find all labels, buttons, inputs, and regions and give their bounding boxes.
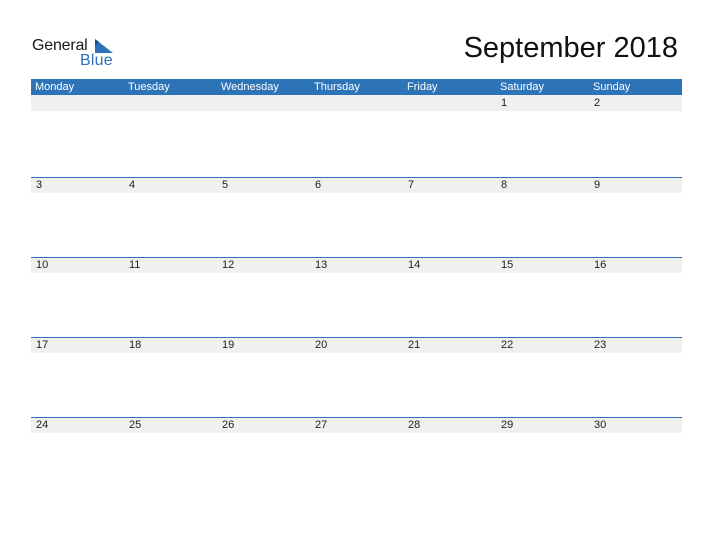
day-cell: 5 [222,179,229,191]
day-cell [124,95,217,111]
week-row: 10 11 12 13 14 15 16 [31,257,682,337]
day-cell: 19 [222,339,235,351]
week-row: 17 18 19 20 21 22 23 [31,337,682,417]
weekday-tuesday: Tuesday [128,81,170,93]
page-title: September 2018 [463,32,678,64]
calendar-grid: Monday Tuesday Wednesday Thursday Friday… [31,79,682,497]
week-row: 3 4 5 6 7 8 9 [31,177,682,257]
weekday-wednesday: Wednesday [221,81,279,93]
day-cell: 18 [129,339,142,351]
day-cell: 29 [501,419,514,431]
day-cell: 23 [594,339,607,351]
day-cell: 12 [222,259,235,271]
day-cell: 6 [315,179,322,191]
weekday-header-row: Monday Tuesday Wednesday Thursday Friday… [31,79,682,95]
day-cell [31,95,124,111]
day-cell [403,95,496,111]
day-cell: 13 [315,259,328,271]
day-cell: 4 [129,179,136,191]
day-cell: 10 [36,259,49,271]
day-cell [310,95,403,111]
week-row: 1 2 [31,95,682,177]
day-cell: 2 [594,97,601,109]
day-cell: 17 [36,339,49,351]
day-cell: 27 [315,419,328,431]
day-cell: 1 [501,97,508,109]
weekday-monday: Monday [35,81,75,93]
logo-text-blue: Blue [80,52,113,69]
day-cell: 22 [501,339,514,351]
day-cell: 14 [408,259,421,271]
week-row: 24 25 26 27 28 29 30 [31,417,682,497]
flag-triangle-icon [95,39,113,53]
day-cell: 30 [594,419,607,431]
logo: General Blue [32,37,122,71]
day-cell: 9 [594,179,601,191]
day-cell: 25 [129,419,142,431]
weekday-sunday: Sunday [593,81,631,93]
day-cell: 24 [36,419,49,431]
day-cell: 26 [222,419,235,431]
day-cell: 15 [501,259,514,271]
day-cell: 20 [315,339,328,351]
day-cell: 7 [408,179,415,191]
weekday-thursday: Thursday [314,81,360,93]
day-cell: 16 [594,259,607,271]
day-cell: 11 [129,259,141,271]
weekday-friday: Friday [407,81,438,93]
day-cell: 28 [408,419,421,431]
weekday-saturday: Saturday [500,81,545,93]
day-cell [217,95,310,111]
day-cell: 21 [408,339,421,351]
day-cell: 8 [501,179,508,191]
day-cell: 3 [36,179,43,191]
